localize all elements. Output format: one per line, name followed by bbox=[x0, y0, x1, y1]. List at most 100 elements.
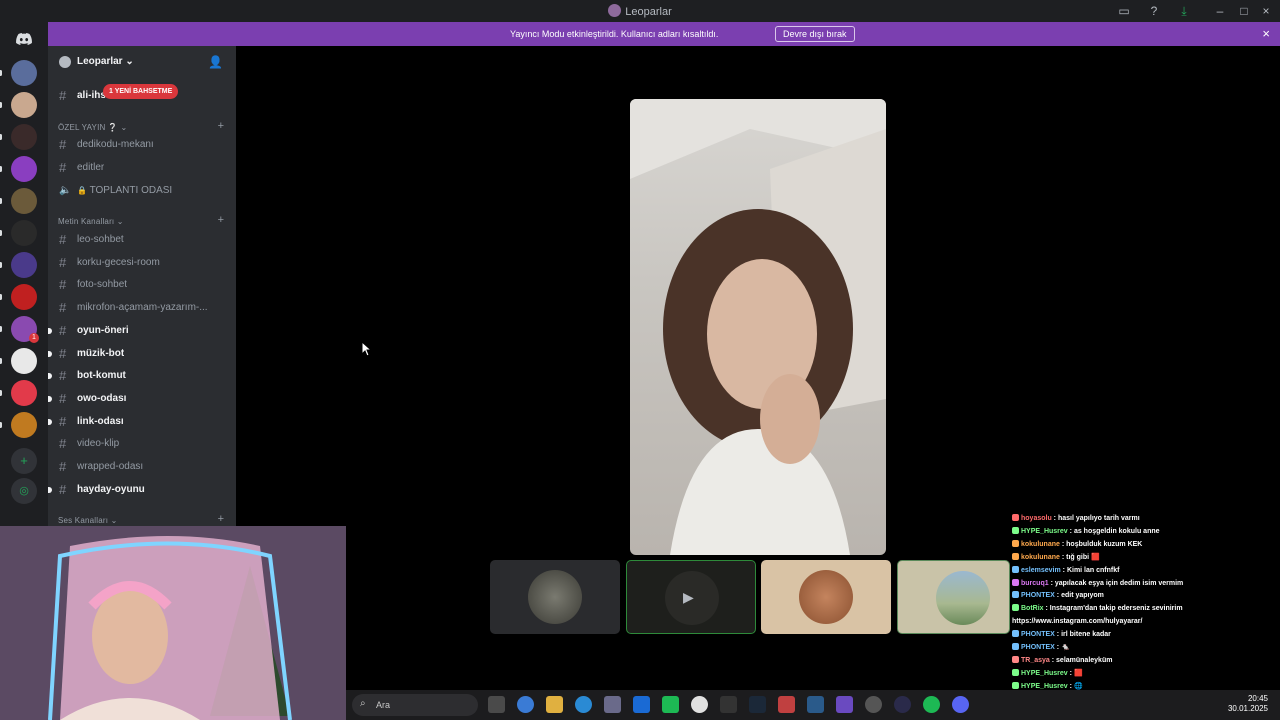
voice-channel-toplanti-odasi[interactable]: 🔈 🔒 TOPLANTI ODASI bbox=[56, 181, 232, 201]
app-icon[interactable] bbox=[778, 696, 795, 713]
epic-games-icon[interactable] bbox=[720, 696, 737, 713]
chat-message: PHONTEX : 🐁 bbox=[1012, 641, 1070, 654]
channel-label: korku-gecesi-room bbox=[77, 256, 160, 268]
new-mention-badge[interactable]: 1 YENİ BAHSETME bbox=[103, 84, 179, 99]
xbox-icon[interactable] bbox=[662, 696, 679, 713]
server-icon[interactable] bbox=[11, 380, 37, 406]
add-channel-icon[interactable]: + bbox=[218, 214, 224, 226]
add-server-icon[interactable]: + bbox=[11, 448, 37, 474]
main-video-feed[interactable] bbox=[630, 99, 886, 555]
participant-tile-3[interactable] bbox=[761, 560, 891, 634]
inbox-icon[interactable]: ▭ bbox=[1116, 3, 1132, 19]
category-ses-kanallari[interactable]: Ses Kanalları ⌄ bbox=[58, 516, 118, 525]
discord-taskbar-icon[interactable] bbox=[952, 696, 969, 713]
chat-text: 🌐 bbox=[1073, 682, 1083, 690]
help-icon[interactable]: ? bbox=[1146, 3, 1162, 19]
taskbar-search[interactable]: ⌕ Ara bbox=[352, 694, 478, 716]
add-member-icon[interactable]: 👤 bbox=[208, 55, 223, 69]
outlook-icon[interactable] bbox=[633, 696, 650, 713]
camera-icon: ▶ bbox=[683, 589, 694, 605]
channel-item[interactable]: # korku-gecesi-room bbox=[56, 253, 232, 273]
add-channel-icon[interactable]: + bbox=[218, 120, 224, 132]
channel-item[interactable]: # link-odası bbox=[48, 412, 232, 432]
hash-icon: # bbox=[59, 160, 67, 175]
channel-editler[interactable]: # editler bbox=[56, 158, 232, 178]
store-icon[interactable] bbox=[604, 696, 621, 713]
server-icon[interactable] bbox=[11, 220, 37, 246]
server-icon[interactable] bbox=[11, 252, 37, 278]
channel-label: video-klip bbox=[77, 438, 120, 450]
file-explorer-icon[interactable] bbox=[546, 696, 563, 713]
channel-item[interactable]: # owo-odası bbox=[48, 389, 232, 409]
streamer-mode-banner: Yayıncı Modu etkinleştirildi. Kullanıcı … bbox=[48, 22, 1280, 46]
channel-dedikodu-mekani[interactable]: # dedikodu-mekanı bbox=[56, 135, 232, 155]
chrome-icon[interactable] bbox=[691, 696, 708, 713]
channel-item[interactable]: # oyun-öneri bbox=[48, 321, 232, 341]
hash-icon: # bbox=[59, 322, 67, 338]
discord-home-icon[interactable] bbox=[11, 26, 37, 52]
banner-close-icon[interactable]: × bbox=[1262, 26, 1270, 41]
copilot-icon[interactable] bbox=[517, 696, 534, 713]
unread-indicator bbox=[0, 390, 2, 396]
task-view-icon[interactable] bbox=[488, 696, 505, 713]
channel-item[interactable]: # hayday-oyunu bbox=[48, 480, 232, 500]
disable-streamer-mode-button[interactable]: Devre dışı bırak bbox=[775, 26, 855, 42]
category-ozel-yayin[interactable]: ÖZEL YAYIN ❔ ⌄ bbox=[58, 123, 127, 132]
download-icon[interactable]: ⤓ bbox=[1176, 3, 1192, 19]
server-icon[interactable] bbox=[11, 348, 37, 374]
participant-tile-2[interactable]: ▶ bbox=[626, 560, 756, 634]
channel-item[interactable]: # foto-sohbet bbox=[56, 275, 232, 295]
chat-badge-icon bbox=[1012, 565, 1019, 573]
avatar bbox=[936, 571, 990, 625]
edge-icon[interactable] bbox=[575, 696, 592, 713]
hash-icon: # bbox=[59, 254, 67, 270]
channel-item[interactable]: # leo-sohbet bbox=[56, 230, 232, 250]
server-icon[interactable] bbox=[11, 188, 37, 214]
steam-icon[interactable] bbox=[749, 696, 766, 713]
app-icon[interactable] bbox=[807, 696, 824, 713]
channel-item[interactable]: # bot-komut bbox=[48, 366, 232, 386]
unread-indicator bbox=[0, 230, 2, 236]
chat-text: 🐁 bbox=[1061, 644, 1070, 651]
banner-message: Yayıncı Modu etkinleştirildi. Kullanıcı … bbox=[510, 29, 719, 39]
guild-header[interactable]: Leoparlar ⌄ 👤 bbox=[48, 46, 236, 78]
close-icon[interactable]: × bbox=[1258, 3, 1274, 19]
participant-tile-1[interactable] bbox=[490, 560, 620, 634]
channel-item[interactable]: # müzik-bot bbox=[48, 344, 232, 364]
compass-icon[interactable]: ◎ bbox=[11, 478, 37, 504]
server-icon[interactable] bbox=[11, 412, 37, 438]
channel-label: mikrofon-açamam-yazarım-... bbox=[77, 302, 208, 314]
system-clock[interactable]: 20:45 30.01.2025 bbox=[1228, 694, 1268, 714]
channel-item[interactable]: # video-klip bbox=[56, 434, 232, 454]
hash-icon: # bbox=[59, 137, 67, 152]
unread-indicator bbox=[0, 166, 2, 172]
add-channel-icon[interactable]: + bbox=[218, 513, 224, 525]
minimize-icon[interactable]: – bbox=[1212, 3, 1228, 19]
app-icon[interactable] bbox=[894, 696, 911, 713]
chat-badge-icon bbox=[1012, 668, 1019, 676]
obs-icon[interactable] bbox=[865, 696, 882, 713]
server-icon[interactable] bbox=[11, 284, 37, 310]
chat-message: PHONTEX : edit yapıyom bbox=[1012, 589, 1104, 602]
channel-item[interactable]: # mikrofon-açamam-yazarım-... bbox=[56, 298, 232, 318]
hash-icon: # bbox=[59, 413, 67, 429]
channel-label: bot-komut bbox=[77, 370, 126, 382]
server-icon[interactable] bbox=[11, 124, 37, 150]
unread-indicator bbox=[0, 294, 2, 300]
channel-item[interactable]: # wrapped-odası bbox=[56, 457, 232, 477]
chat-text: edit yapıyom bbox=[1061, 592, 1104, 600]
server-icon[interactable] bbox=[11, 92, 37, 118]
server-icon[interactable] bbox=[11, 156, 37, 182]
chat-username: HYPE_Husrev bbox=[1021, 669, 1068, 677]
participant-tile-4[interactable] bbox=[897, 560, 1010, 634]
server-icon[interactable] bbox=[11, 60, 37, 86]
app-icon[interactable] bbox=[836, 696, 853, 713]
hash-icon: # bbox=[59, 481, 67, 497]
unread-pip bbox=[48, 418, 52, 425]
spotify-icon[interactable] bbox=[923, 696, 940, 713]
category-metin-kanallari[interactable]: Metin Kanalları ⌄ bbox=[58, 217, 124, 226]
chat-message: HYPE_Husrev : as hoşgeldin kokulu anne bbox=[1012, 525, 1160, 538]
guild-name[interactable]: Leoparlar ⌄ bbox=[77, 56, 134, 67]
maximize-icon[interactable]: □ bbox=[1236, 3, 1252, 19]
channel-label: wrapped-odası bbox=[77, 461, 144, 472]
